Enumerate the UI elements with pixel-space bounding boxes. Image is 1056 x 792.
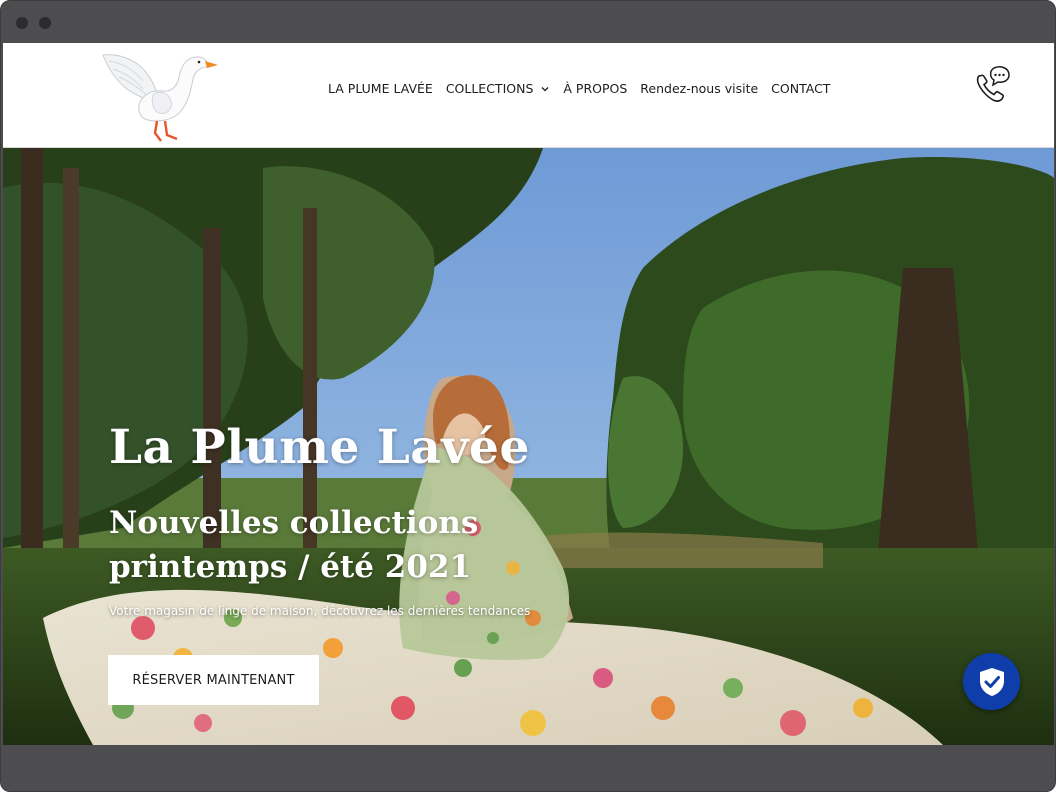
window-minimize-dot[interactable] bbox=[39, 17, 51, 29]
window-close-dot[interactable] bbox=[16, 17, 28, 29]
site-header: LA PLUME LAVÉE COLLECTIONS À PROPOS Rend… bbox=[3, 43, 1054, 148]
hero-subtitle: Nouvelles collections printemps / été 20… bbox=[109, 501, 529, 589]
phone-chat-icon[interactable] bbox=[971, 64, 1011, 104]
nav-rendez-nous-visite[interactable]: Rendez-nous visite bbox=[640, 81, 758, 96]
nav-la-plume-lavee[interactable]: LA PLUME LAVÉE bbox=[328, 81, 433, 96]
window-titlebar bbox=[1, 1, 1055, 43]
hero-description: Votre magasin de linge de maison, découv… bbox=[109, 604, 531, 618]
hero-subtitle-line2: printemps / été 2021 bbox=[109, 549, 472, 585]
goose-logo-icon[interactable] bbox=[97, 49, 223, 145]
hero-title: La Plume Lavée bbox=[109, 420, 530, 475]
nav-a-propos[interactable]: À PROPOS bbox=[563, 81, 627, 96]
shield-check-icon bbox=[979, 667, 1004, 696]
main-nav: LA PLUME LAVÉE COLLECTIONS À PROPOS Rend… bbox=[328, 81, 843, 96]
web-page: LA PLUME LAVÉE COLLECTIONS À PROPOS Rend… bbox=[3, 43, 1054, 745]
reserve-now-button[interactable]: RÉSERVER MAINTENANT bbox=[108, 655, 319, 705]
browser-window: LA PLUME LAVÉE COLLECTIONS À PROPOS Rend… bbox=[0, 0, 1056, 792]
nav-collections[interactable]: COLLECTIONS bbox=[446, 81, 551, 96]
hero-banner: La Plume Lavée Nouvelles collections pri… bbox=[3, 148, 1054, 745]
hero-subtitle-line1: Nouvelles collections bbox=[109, 505, 479, 541]
nav-collections-label: COLLECTIONS bbox=[445, 81, 534, 96]
trust-badge[interactable] bbox=[963, 653, 1020, 710]
nav-contact[interactable]: CONTACT bbox=[771, 81, 830, 96]
chevron-down-icon bbox=[541, 86, 549, 91]
